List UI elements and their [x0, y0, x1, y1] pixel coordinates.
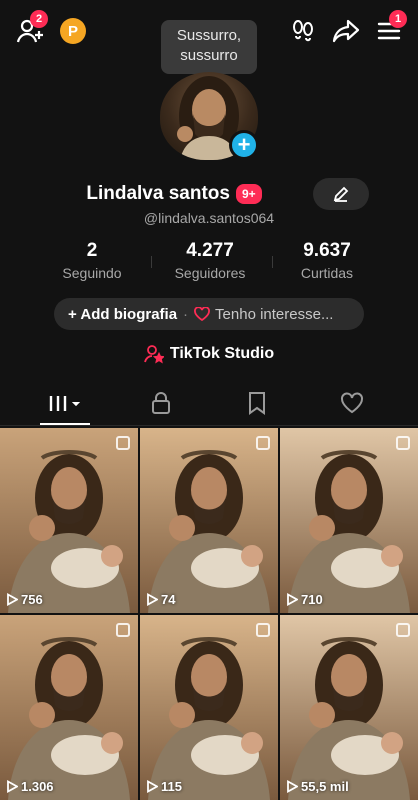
active-tab-indicator	[40, 423, 90, 425]
tiktok-studio-link[interactable]: TikTok Studio	[0, 344, 418, 364]
video-grid: 756 74 710 1.306 115 55,5 mil	[0, 428, 418, 800]
tooltip: Sussurro, sussurro	[161, 20, 257, 81]
multi-select-icon	[396, 436, 410, 450]
view-count-label: 1.306	[21, 779, 54, 794]
friends-badge: 2	[30, 10, 48, 28]
name-badge[interactable]: 9+	[235, 184, 262, 204]
likes-label: Curtidas	[300, 265, 354, 281]
bio-separator: ·	[183, 305, 189, 323]
video-thumbnail[interactable]: 115	[140, 615, 278, 800]
add-friends-button[interactable]: 2	[14, 10, 48, 46]
heart-icon	[194, 307, 210, 321]
multi-select-icon	[256, 436, 270, 450]
add-avatar-button[interactable]: +	[229, 130, 259, 160]
play-icon	[287, 780, 298, 793]
studio-icon	[143, 345, 164, 364]
play-icon	[7, 780, 18, 793]
following-count: 2	[86, 240, 98, 261]
stat-followers[interactable]: 4.277 Seguidores	[162, 240, 258, 281]
tab-saved[interactable]	[205, 380, 309, 426]
play-icon	[147, 780, 158, 793]
followers-count: 4.277	[186, 240, 234, 261]
tab-videos[interactable]	[14, 380, 118, 426]
multi-select-icon	[116, 436, 130, 450]
pencil-icon	[333, 186, 349, 202]
view-count: 756	[6, 592, 43, 607]
view-count: 1.306	[6, 779, 54, 794]
interest-button[interactable]: Tenho interesse...	[215, 306, 333, 323]
play-icon	[287, 593, 298, 606]
video-thumbnail[interactable]: 1.306	[0, 615, 138, 800]
followers-label: Seguidores	[174, 265, 246, 281]
share-button[interactable]	[330, 16, 362, 46]
view-count-label: 115	[161, 779, 182, 794]
menu-badge: 1	[389, 10, 407, 28]
add-bio-button[interactable]: + Add biografia	[68, 306, 177, 323]
view-count-label: 55,5 mil	[301, 779, 349, 794]
play-icon	[147, 593, 158, 606]
bio-bar[interactable]: + Add biografia · Tenho interesse...	[54, 298, 364, 330]
play-icon	[7, 593, 18, 606]
edit-profile-button[interactable]	[313, 178, 369, 210]
stat-likes[interactable]: 9.637 Curtidas	[286, 240, 368, 281]
tab-private[interactable]	[109, 380, 213, 426]
stat-divider	[151, 256, 152, 268]
profile-handle: @lindalva.santos064	[143, 210, 275, 226]
view-count: 115	[146, 779, 182, 794]
plus-icon: +	[237, 132, 251, 157]
multi-select-icon	[256, 623, 270, 637]
points-icon: P	[60, 18, 86, 44]
grid-icon	[49, 396, 80, 411]
profile-tabs	[0, 380, 418, 426]
stat-divider	[272, 256, 273, 268]
multi-select-icon	[396, 623, 410, 637]
video-thumbnail[interactable]: 756	[0, 428, 138, 613]
footprints-icon	[293, 20, 313, 42]
multi-select-icon	[116, 623, 130, 637]
video-thumbnail[interactable]: 55,5 mil	[280, 615, 418, 800]
view-count-label: 710	[301, 592, 323, 607]
view-count: 74	[146, 592, 175, 607]
points-button[interactable]: P	[58, 16, 88, 46]
likes-count: 9.637	[303, 240, 351, 261]
view-count: 710	[286, 592, 323, 607]
view-count-label: 74	[161, 592, 176, 607]
studio-label: TikTok Studio	[169, 345, 275, 362]
heart-outline-icon	[341, 392, 363, 414]
view-count: 55,5 mil	[286, 779, 349, 794]
view-count-label: 756	[21, 592, 43, 607]
footprints-button[interactable]	[288, 16, 318, 46]
tab-liked[interactable]	[300, 380, 404, 426]
following-label: Seguindo	[62, 265, 122, 281]
bookmark-icon	[249, 392, 265, 415]
share-icon	[332, 19, 360, 43]
video-thumbnail[interactable]: 74	[140, 428, 278, 613]
stat-following[interactable]: 2 Seguindo	[52, 240, 132, 281]
profile-name: Lindalva santos	[86, 183, 230, 204]
lock-icon	[152, 392, 170, 414]
menu-button[interactable]: 1	[373, 10, 407, 46]
video-thumbnail[interactable]: 710	[280, 428, 418, 613]
